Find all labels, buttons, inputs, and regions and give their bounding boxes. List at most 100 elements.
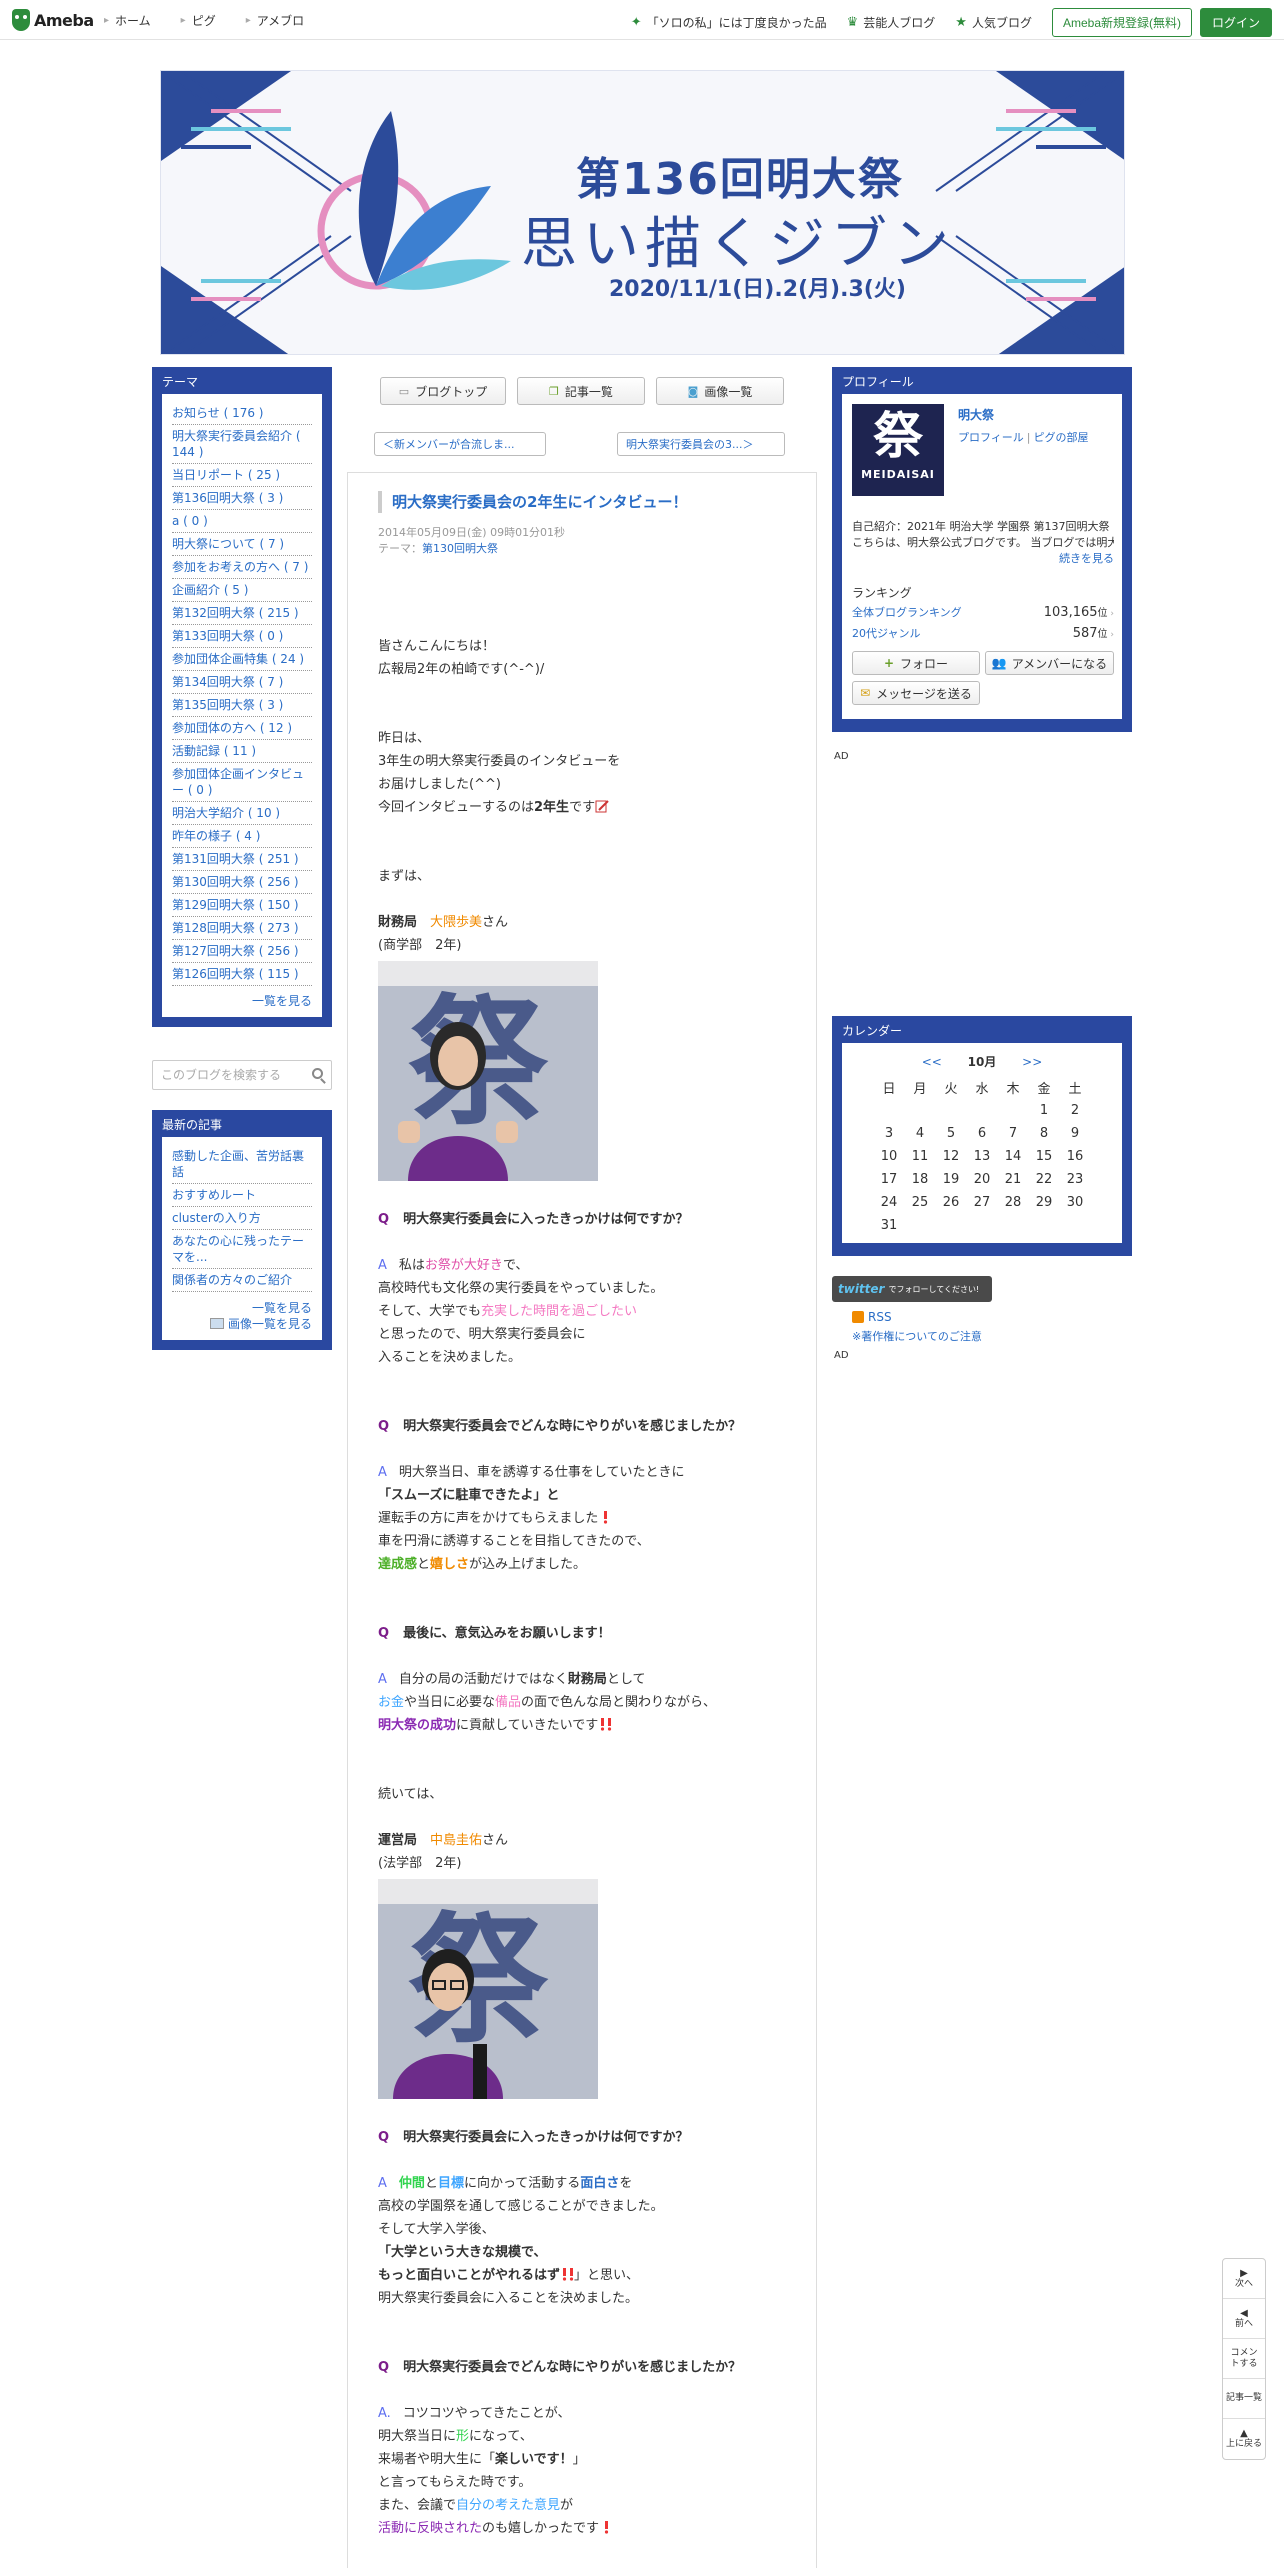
calendar-day[interactable]: 5 — [936, 1122, 967, 1145]
theme-more-link[interactable]: 一覧を見る — [252, 994, 312, 1008]
theme-item[interactable]: 参加団体企画インタビュー ( 0 ) — [172, 763, 312, 802]
overall-ranking-link[interactable]: 全体ブログランキング — [852, 603, 962, 624]
theme-item[interactable]: 昨年の様子 ( 4 ) — [172, 825, 312, 848]
calendar-day[interactable]: 12 — [936, 1145, 967, 1168]
theme-item[interactable]: 第128回明大祭 ( 273 ) — [172, 917, 312, 940]
theme-item[interactable]: 参加団体企画特集 ( 24 ) — [172, 648, 312, 671]
calendar-day[interactable]: 17 — [874, 1168, 905, 1191]
calendar-day[interactable]: 7 — [998, 1122, 1029, 1145]
member-1-photo[interactable]: 祭 — [378, 961, 598, 1181]
image-more-link[interactable]: 画像一覧を見る — [228, 1317, 312, 1331]
recent-more-link[interactable]: 一覧を見る — [252, 1301, 312, 1315]
twitter-follow-button[interactable]: twitter でフォローしてください! — [832, 1276, 992, 1302]
calendar-prev-link[interactable]: << — [922, 1055, 942, 1069]
blog-header-banner[interactable]: 第136回明大祭 思い描くジブン 2020/11/1(日).2(月).3(火) — [160, 70, 1125, 355]
calendar-day[interactable]: 24 — [874, 1191, 905, 1214]
theme-item[interactable]: 第136回明大祭 ( 3 ) — [172, 487, 312, 510]
calendar-day[interactable]: 21 — [998, 1168, 1029, 1191]
theme-item[interactable]: 第131回明大祭 ( 251 ) — [172, 848, 312, 871]
article-title[interactable]: 明大祭実行委員会の2年生にインタビュー！ — [378, 491, 687, 513]
login-button[interactable]: ログイン — [1199, 8, 1272, 37]
theme-item[interactable]: 第135回明大祭 ( 3 ) — [172, 694, 312, 717]
calendar-day[interactable]: 18 — [905, 1168, 936, 1191]
theme-item[interactable]: 第134回明大祭 ( 7 ) — [172, 671, 312, 694]
calendar-day[interactable]: 11 — [905, 1145, 936, 1168]
promo-link[interactable]: ✦ 「ソロの私」には丁度良かった品 — [631, 14, 827, 31]
calendar-day[interactable]: 29 — [1029, 1191, 1060, 1214]
calendar-day[interactable]: 22 — [1029, 1168, 1060, 1191]
calendar-day[interactable]: 10 — [874, 1145, 905, 1168]
theme-item[interactable]: 当日リポート ( 25 ) — [172, 464, 312, 487]
follow-button[interactable]: + フォロー — [852, 651, 980, 675]
theme-item[interactable]: 第132回明大祭 ( 215 ) — [172, 602, 312, 625]
float-article-list-button[interactable]: 記事一覧 — [1223, 2379, 1265, 2419]
ameba-logo[interactable]: Ameba — [12, 9, 94, 31]
calendar-day[interactable]: 1 — [1029, 1099, 1060, 1122]
calendar-day[interactable]: 8 — [1029, 1122, 1060, 1145]
popular-blog-link[interactable]: ★ 人気ブログ — [955, 14, 1032, 31]
theme-item[interactable]: 第129回明大祭 ( 150 ) — [172, 894, 312, 917]
calendar-day[interactable]: 30 — [1060, 1191, 1091, 1214]
calendar-day[interactable]: 6 — [967, 1122, 998, 1145]
next-article-link[interactable]: 明大祭実行委員会の3...＞ — [617, 432, 785, 456]
pigg-room-link[interactable]: ピグの部屋 — [1034, 431, 1089, 444]
profile-more-link[interactable]: 続きを見る — [1059, 552, 1114, 565]
float-top-button[interactable]: ▲ 上に戻る — [1223, 2419, 1265, 2459]
calendar-day[interactable]: 15 — [1029, 1145, 1060, 1168]
calendar-day[interactable]: 28 — [998, 1191, 1029, 1214]
recent-article-item[interactable]: おすすめルート — [172, 1184, 312, 1207]
nav-pigg[interactable]: ▸ ピグ — [181, 12, 216, 29]
theme-item[interactable]: 第127回明大祭 ( 256 ) — [172, 940, 312, 963]
theme-item[interactable]: 参加をお考えの方へ ( 7 ) — [172, 556, 312, 579]
nav-ameblo[interactable]: ▸ アメブロ — [246, 12, 304, 29]
send-message-button[interactable]: ✉ メッセージを送る — [852, 681, 980, 705]
theme-item[interactable]: お知らせ ( 176 ) — [172, 402, 312, 425]
calendar-day[interactable]: 27 — [967, 1191, 998, 1214]
float-comment-button[interactable]: コメントする — [1223, 2339, 1265, 2379]
recent-article-item[interactable]: 関係者の方々のご紹介 — [172, 1269, 312, 1292]
theme-item[interactable]: 活動記録 ( 11 ) — [172, 740, 312, 763]
register-button[interactable]: Ameba新規登録(無料) — [1051, 8, 1192, 37]
theme-item[interactable]: 参加団体の方へ ( 12 ) — [172, 717, 312, 740]
calendar-day[interactable]: 4 — [905, 1122, 936, 1145]
nav-home[interactable]: ▸ ホーム — [104, 12, 151, 29]
rss-link[interactable]: RSS — [852, 1310, 892, 1324]
theme-item[interactable]: 明大祭について ( 7 ) — [172, 533, 312, 556]
calendar-day[interactable]: 25 — [905, 1191, 936, 1214]
article-list-button[interactable]: ❐ 記事一覧 — [517, 377, 645, 405]
calendar-day[interactable]: 19 — [936, 1168, 967, 1191]
theme-item[interactable]: 企画紹介 ( 5 ) — [172, 579, 312, 602]
theme-item[interactable]: 第133回明大祭 ( 0 ) — [172, 625, 312, 648]
genre-ranking-link[interactable]: 20代ジャンル — [852, 624, 920, 645]
blog-search-input[interactable]: このブログを検索する — [152, 1060, 332, 1090]
calendar-day[interactable]: 9 — [1060, 1122, 1091, 1145]
calendar-day[interactable]: 13 — [967, 1145, 998, 1168]
profile-link[interactable]: プロフィール — [958, 431, 1024, 444]
calendar-day[interactable]: 26 — [936, 1191, 967, 1214]
calendar-day[interactable]: 20 — [967, 1168, 998, 1191]
blog-top-button[interactable]: ▭ ブログトップ — [380, 377, 506, 405]
profile-name[interactable]: 明大祭 — [958, 408, 994, 422]
calendar-day[interactable]: 2 — [1060, 1099, 1091, 1122]
prev-article-link[interactable]: ＜新メンバーが合流しま... — [374, 432, 546, 456]
profile-avatar[interactable]: 祭 MEIDAISAI — [852, 404, 944, 496]
article-theme-link[interactable]: 第130回明大祭 — [422, 542, 498, 555]
float-next-button[interactable]: ▶ 次へ — [1223, 2259, 1265, 2299]
copyright-notice-link[interactable]: ※著作権についてのご注意 — [852, 1328, 982, 1344]
calendar-next-link[interactable]: >> — [1022, 1055, 1042, 1069]
theme-item[interactable]: 第126回明大祭 ( 115 ) — [172, 963, 312, 986]
recent-article-item[interactable]: あなたの心に残ったテーマを... — [172, 1230, 312, 1269]
image-list-button[interactable]: ◙ 画像一覧 — [656, 377, 784, 405]
theme-item[interactable]: 明治大学紹介 ( 10 ) — [172, 802, 312, 825]
recent-article-item[interactable]: 感動した企画、苦労話裏話 — [172, 1145, 312, 1184]
recent-article-item[interactable]: clusterの入り方 — [172, 1207, 312, 1230]
theme-item[interactable]: a ( 0 ) — [172, 510, 312, 533]
calendar-day[interactable]: 16 — [1060, 1145, 1091, 1168]
calendar-day[interactable]: 31 — [874, 1214, 905, 1237]
float-prev-button[interactable]: ◀ 前へ — [1223, 2299, 1265, 2339]
amember-button[interactable]: 👥 アメンバーになる — [985, 651, 1114, 675]
search-icon[interactable] — [312, 1068, 323, 1079]
celebrity-blog-link[interactable]: ♛ 芸能人ブログ — [847, 14, 936, 31]
calendar-day[interactable]: 14 — [998, 1145, 1029, 1168]
calendar-day[interactable]: 3 — [874, 1122, 905, 1145]
